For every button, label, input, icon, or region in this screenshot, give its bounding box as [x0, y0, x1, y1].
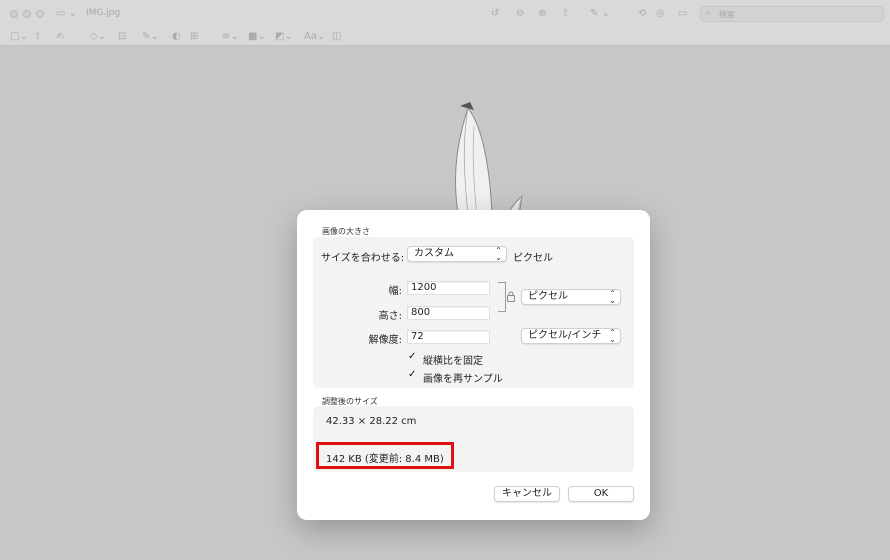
instant-alpha-icon[interactable]: ⟟: [36, 31, 40, 43]
markup-toolbar: □⌄ ⟟ ✍ ◇⌄ ⊡ ✎⌄ ◐ ⊞ ≡⌄ ■⌄ ◩⌄ Aa⌄ ◫: [0, 28, 890, 46]
chevron-updown-icon: ⌃ ⌄: [495, 246, 502, 262]
zoom-window-button[interactable]: [36, 10, 44, 18]
shapes-icon[interactable]: ◇⌄: [90, 31, 106, 43]
search-field[interactable]: ⌕ 検索: [700, 6, 884, 22]
width-input[interactable]: 1200: [407, 281, 490, 295]
fit-into-value: カスタム: [414, 248, 454, 259]
cancel-button[interactable]: キャンセル: [494, 486, 560, 502]
text-icon[interactable]: ⊡: [118, 31, 126, 43]
annotation-icon[interactable]: ◫: [332, 31, 341, 43]
adjust-color-icon[interactable]: ◐: [172, 31, 181, 43]
lock-icon[interactable]: [507, 291, 515, 302]
markup-icon[interactable]: ✎ ⌄: [590, 8, 610, 20]
scale-proportionally-checkbox[interactable]: ✓: [408, 352, 418, 362]
resolution-unit-value: ピクセル/インチ: [528, 330, 602, 341]
minimize-window-button[interactable]: [23, 10, 31, 18]
resolution-unit-select[interactable]: ピクセル/インチ ⌃ ⌄: [521, 328, 621, 344]
file-size-highlight-box: [316, 442, 454, 469]
selection-tool-icon[interactable]: □⌄: [10, 31, 28, 43]
proportion-bracket: [498, 282, 506, 312]
size-unit-select[interactable]: ピクセル ⌃ ⌄: [521, 289, 621, 305]
highlight-icon[interactable]: ◎: [656, 8, 665, 20]
text-style-icon[interactable]: Aa⌄: [304, 31, 325, 43]
annotate-icon[interactable]: ▭: [678, 8, 687, 20]
close-window-button[interactable]: [10, 10, 18, 18]
share-icon[interactable]: ⇧: [561, 8, 569, 20]
search-icon: ⌕: [706, 8, 712, 18]
rotate-icon[interactable]: ↺: [491, 8, 499, 20]
title-bar: ▭ ⌄ IMG.jpg ↺ ⊖ ⊕ ⇧ ✎ ⌄ ⟲ ◎ ▭ ⌕ 検索: [0, 0, 890, 28]
width-label: 幅:: [388, 286, 402, 297]
resolution-label: 解像度:: [368, 335, 402, 346]
line-style-icon[interactable]: ≡⌄: [222, 31, 239, 43]
height-input[interactable]: 800: [407, 306, 490, 320]
fit-into-unit-label: ピクセル: [513, 253, 553, 264]
fit-into-select[interactable]: カスタム ⌃ ⌄: [407, 246, 507, 262]
chevron-updown-icon: ⌃ ⌄: [609, 328, 616, 344]
resample-image-checkbox[interactable]: ✓: [408, 370, 418, 380]
border-color-icon[interactable]: ■⌄: [248, 31, 266, 43]
zoom-out-icon[interactable]: ⊖: [516, 8, 524, 20]
sketch-icon[interactable]: ✍: [56, 31, 64, 43]
size-unit-value: ピクセル: [528, 291, 568, 302]
fit-into-label: サイズを合わせる:: [321, 253, 405, 264]
sign-icon[interactable]: ✎⌄: [142, 31, 159, 43]
resample-image-label: 画像を再サンプル: [423, 374, 503, 385]
sidebar-icon[interactable]: ▭ ⌄: [56, 8, 77, 20]
window-title: IMG.jpg: [86, 8, 121, 18]
resolution-input[interactable]: 72: [407, 330, 490, 344]
adjust-size-icon[interactable]: ⊞: [190, 31, 198, 43]
image-size-section-label: 画像の大きさ: [322, 227, 370, 236]
ok-button[interactable]: OK: [568, 486, 634, 502]
fill-color-icon[interactable]: ◩⌄: [275, 31, 293, 43]
height-label: 高さ:: [378, 311, 402, 322]
resulting-dimensions: 42.33 × 28.22 cm: [326, 416, 417, 427]
chevron-updown-icon: ⌃ ⌄: [609, 289, 616, 305]
scale-proportionally-label: 縦横比を固定: [423, 356, 483, 367]
search-placeholder: 検索: [719, 10, 735, 19]
zoom-in-icon[interactable]: ⊕: [538, 8, 546, 20]
rotate-left-icon[interactable]: ⟲: [638, 8, 646, 20]
